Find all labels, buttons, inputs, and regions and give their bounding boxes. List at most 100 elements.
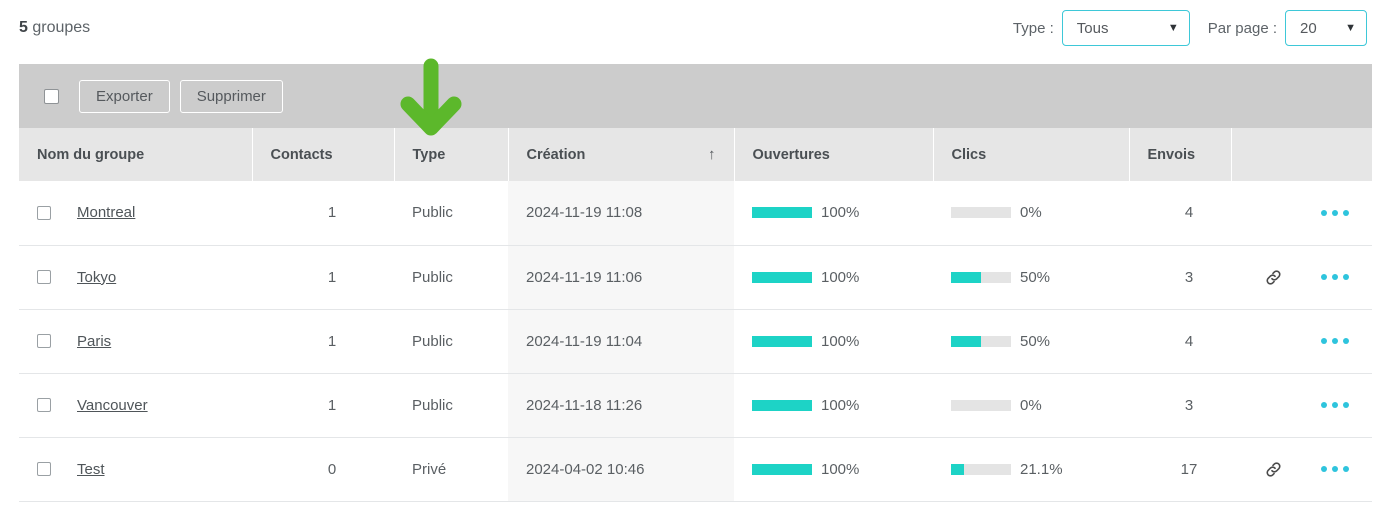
type-filter-label: Type : [1012,19,1054,37]
column-header-type[interactable]: Type [394,128,509,181]
cell-creation-date: 2024-11-19 11:06 [508,245,734,310]
row-menu-button[interactable] [1321,338,1349,344]
cell-actions [1231,309,1372,374]
group-name-link[interactable]: Tokyo [77,269,116,286]
cell-contacts: 1 [252,181,394,246]
cell-clics: 50% [933,309,1129,374]
clics-value: 50% [1020,268,1051,286]
row-checkbox[interactable] [37,205,51,220]
cell-ouvertures: 100% [734,437,933,502]
type-filter-select[interactable]: Tous ▼ [1061,10,1190,46]
ouvertures-progress-bar [752,399,812,411]
column-header-label: Ouvertures [752,146,830,163]
row-checkbox[interactable] [37,462,51,476]
cell-ouvertures: 100% [734,309,933,374]
cell-ouvertures: 100% [734,373,933,438]
group-name-link[interactable]: Paris [77,333,111,350]
delete-button[interactable]: Supprimer [179,79,283,113]
clics-value: 50% [1020,332,1051,350]
cell-envois: 3 [1129,373,1231,438]
column-header-label: Clics [951,146,987,163]
row-checkbox[interactable] [37,270,51,284]
cell-group-name: Paris [19,309,252,374]
cell-actions [1231,437,1372,502]
ouvertures-progress-bar [752,335,812,347]
table-row: Paris 1 Public 2024-11-19 11:04 100% 50% 4 [19,309,1372,374]
per-page-label: Par page : [1207,19,1277,37]
cell-envois: 17 [1129,437,1231,502]
cell-actions [1231,373,1372,438]
column-header-name[interactable]: Nom du groupe [19,128,253,181]
cell-creation-date: 2024-11-18 11:26 [508,373,734,438]
column-header-actions [1231,128,1372,181]
row-menu-button[interactable] [1321,466,1349,472]
clics-value: 0% [1020,204,1042,222]
cell-envois: 4 [1129,181,1231,246]
column-header-label: Type [412,146,446,163]
clics-progress-bar [951,399,1011,411]
filter-controls: Type : Tous ▼ Par page : 20 ▼ [1013,10,1367,46]
column-header-creation[interactable]: Création ↑ [508,128,735,181]
cell-group-name: Montreal [19,181,252,246]
per-page-select[interactable]: 20 ▼ [1285,10,1367,46]
cell-clics: 0% [933,373,1129,438]
column-header-contacts[interactable]: Contacts [252,128,395,181]
export-button[interactable]: Exporter [79,79,170,113]
group-name-link[interactable]: Montreal [77,204,135,221]
link-icon[interactable] [1264,268,1283,287]
cell-actions [1231,245,1372,310]
column-header-label: Contacts [270,146,333,163]
group-name-link[interactable]: Test [77,461,105,478]
cell-type: Public [394,245,508,310]
cell-creation-date: 2024-11-19 11:08 [508,181,734,246]
ouvertures-value: 100% [821,396,860,414]
clics-progress-bar [951,463,1011,475]
cell-type: Public [394,373,508,438]
ouvertures-progress-bar [752,207,812,219]
ouvertures-progress-bar [752,463,812,475]
table-row: Vancouver 1 Public 2024-11-18 11:26 100% 0% 3 [19,373,1372,438]
cell-clics: 21.1% [933,437,1129,502]
group-name-link[interactable]: Vancouver [77,397,148,414]
column-header-ouvertures[interactable]: Ouvertures [734,128,934,181]
cell-type: Public [394,181,508,246]
clics-progress-bar [951,207,1011,219]
column-header-label: Nom du groupe [37,146,145,163]
page-toolbar-top: 5 groupes Type : Tous ▼ Par page : 20 ▼ [0,0,1377,56]
ouvertures-value: 100% [821,268,860,286]
cell-creation-date: 2024-04-02 10:46 [508,437,734,502]
per-page-value: 20 [1300,19,1317,37]
column-header-label: Envois [1147,146,1196,163]
row-menu-button[interactable] [1321,402,1349,408]
table-row: Tokyo 1 Public 2024-11-19 11:06 100% 50% 3 [19,245,1372,310]
type-filter-value: Tous [1076,19,1109,37]
row-menu-button[interactable] [1321,209,1349,216]
column-header-clics[interactable]: Clics [933,128,1130,181]
group-count: 5 groupes [19,19,90,37]
row-checkbox[interactable] [37,334,51,348]
row-menu-button[interactable] [1321,274,1349,280]
cell-envois: 4 [1129,309,1231,374]
link-icon[interactable] [1264,460,1283,479]
cell-contacts: 0 [252,437,394,502]
group-count-number: 5 [19,19,28,36]
cell-ouvertures: 100% [734,181,933,246]
cell-group-name: Test [19,437,252,502]
cell-creation-date: 2024-11-19 11:04 [508,309,734,374]
cell-ouvertures: 100% [734,245,933,310]
select-all-checkbox[interactable] [44,88,59,104]
ouvertures-value: 100% [821,204,860,222]
clics-value: 0% [1020,396,1042,414]
cell-actions [1231,181,1372,246]
cell-type: Public [394,309,508,374]
chevron-down-icon: ▼ [1167,21,1179,34]
column-header-envois[interactable]: Envois [1129,128,1232,181]
row-checkbox[interactable] [37,398,51,412]
ouvertures-value: 100% [821,332,860,350]
table-header-row: Nom du groupe Contacts Type Création ↑ O… [19,128,1372,181]
bulk-action-toolbar: Exporter Supprimer [19,64,1372,128]
ouvertures-value: 100% [821,460,860,478]
cell-group-name: Tokyo [19,245,252,310]
cell-contacts: 1 [252,309,394,374]
groups-table: Nom du groupe Contacts Type Création ↑ O… [19,128,1372,502]
